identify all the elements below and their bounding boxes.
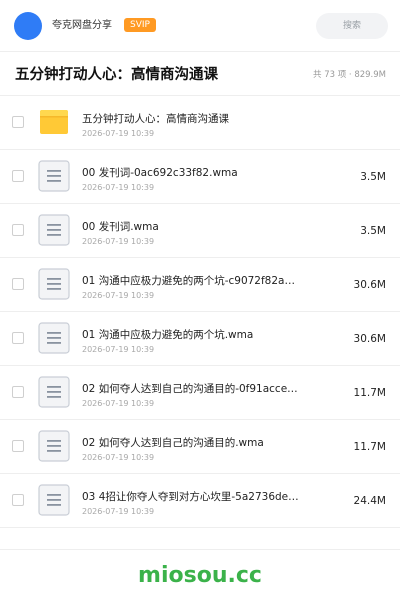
row-checkbox[interactable] <box>12 278 24 290</box>
search-button[interactable]: 搜索 <box>316 13 388 39</box>
file-row[interactable]: 02 如何夺人达到自己的沟通目的-0f91acce… 2026-07-19 10:… <box>0 366 400 420</box>
folder-row[interactable]: 五分钟打动人心：高情商沟通课 2026-07-19 10:39 <box>0 96 400 150</box>
file-name[interactable]: 五分钟打动人心：高情商沟通课 <box>82 112 302 126</box>
file-date: 2026-07-19 10:39 <box>82 453 155 462</box>
file-row[interactable]: 03 4招让你夺人夺到对方心坎里-5a2736de… 2026-07-19 10:… <box>0 474 400 528</box>
file-doc-icon <box>38 214 70 246</box>
file-date: 2026-07-19 10:39 <box>82 237 155 246</box>
file-date: 2026-07-19 10:39 <box>82 183 155 192</box>
avatar[interactable] <box>14 12 42 40</box>
file-date: 2026-07-19 10:39 <box>82 399 155 408</box>
folder-header: 五分钟打动人心：高情商沟通课 共 73 项 · 829.9M <box>0 52 400 96</box>
svip-badge: SVIP <box>124 18 156 32</box>
row-checkbox[interactable] <box>12 440 24 452</box>
page-title: 五分钟打动人心：高情商沟通课 <box>15 67 218 83</box>
row-checkbox[interactable] <box>12 332 24 344</box>
file-date: 2026-07-19 10:39 <box>82 507 155 516</box>
file-name[interactable]: 00 发刊词.wma <box>82 220 302 234</box>
share-name: 夸克网盘分享 <box>52 20 112 31</box>
file-name[interactable]: 02 如何夺人达到自己的沟通目的.wma <box>82 436 302 450</box>
row-checkbox[interactable] <box>12 224 24 236</box>
row-checkbox[interactable] <box>12 170 24 182</box>
top-bar: 夸克网盘分享 SVIP 搜索 <box>0 0 400 52</box>
file-name[interactable]: 01 沟通中应极力避免的两个坑-c9072f82a… <box>82 274 302 288</box>
row-checkbox[interactable] <box>12 494 24 506</box>
file-size: 11.7M <box>353 441 386 453</box>
file-row[interactable]: 00 发刊词.wma 2026-07-19 10:39 3.5M <box>0 204 400 258</box>
file-doc-icon <box>38 322 70 354</box>
file-name[interactable]: 02 如何夺人达到自己的沟通目的-0f91acce… <box>82 382 302 396</box>
file-doc-icon <box>38 268 70 300</box>
row-checkbox[interactable] <box>12 386 24 398</box>
file-size: 3.5M <box>360 171 386 183</box>
file-date: 2026-07-19 10:39 <box>82 291 155 300</box>
file-row[interactable]: 00 发刊词-0ac692c33f82.wma 2026-07-19 10:39 3… <box>0 150 400 204</box>
watermark-text: miosou.cc <box>138 563 262 588</box>
file-row[interactable]: 01 沟通中应极力避免的两个坑.wma 2026-07-19 10:39 30.6M <box>0 312 400 366</box>
file-size: 30.6M <box>353 333 386 345</box>
file-size: 3.5M <box>360 225 386 237</box>
file-doc-icon <box>38 430 70 462</box>
file-name[interactable]: 00 发刊词-0ac692c33f82.wma <box>82 166 302 180</box>
file-doc-icon <box>38 376 70 408</box>
file-row[interactable]: 01 沟通中应极力避免的两个坑-c9072f82a… 2026-07-19 10:… <box>0 258 400 312</box>
file-name[interactable]: 01 沟通中应极力避免的两个坑.wma <box>82 328 302 342</box>
file-size: 24.4M <box>353 495 386 507</box>
file-list: 五分钟打动人心：高情商沟通课 2026-07-19 10:39 00 发刊词-0ac… <box>0 96 400 528</box>
folder-icon <box>38 106 70 138</box>
file-doc-icon <box>38 484 70 516</box>
file-date: 2026-07-19 10:39 <box>82 129 155 138</box>
file-doc-icon <box>38 160 70 192</box>
file-row[interactable]: 02 如何夺人达到自己的沟通目的.wma 2026-07-19 10:39 11.7… <box>0 420 400 474</box>
file-size: 11.7M <box>353 387 386 399</box>
row-checkbox[interactable] <box>12 116 24 128</box>
file-name[interactable]: 03 4招让你夺人夺到对方心坎里-5a2736de… <box>82 490 302 504</box>
file-size: 30.6M <box>353 279 386 291</box>
folder-meta: 共 73 项 · 829.9M <box>313 70 386 80</box>
file-date: 2026-07-19 10:39 <box>82 345 155 354</box>
